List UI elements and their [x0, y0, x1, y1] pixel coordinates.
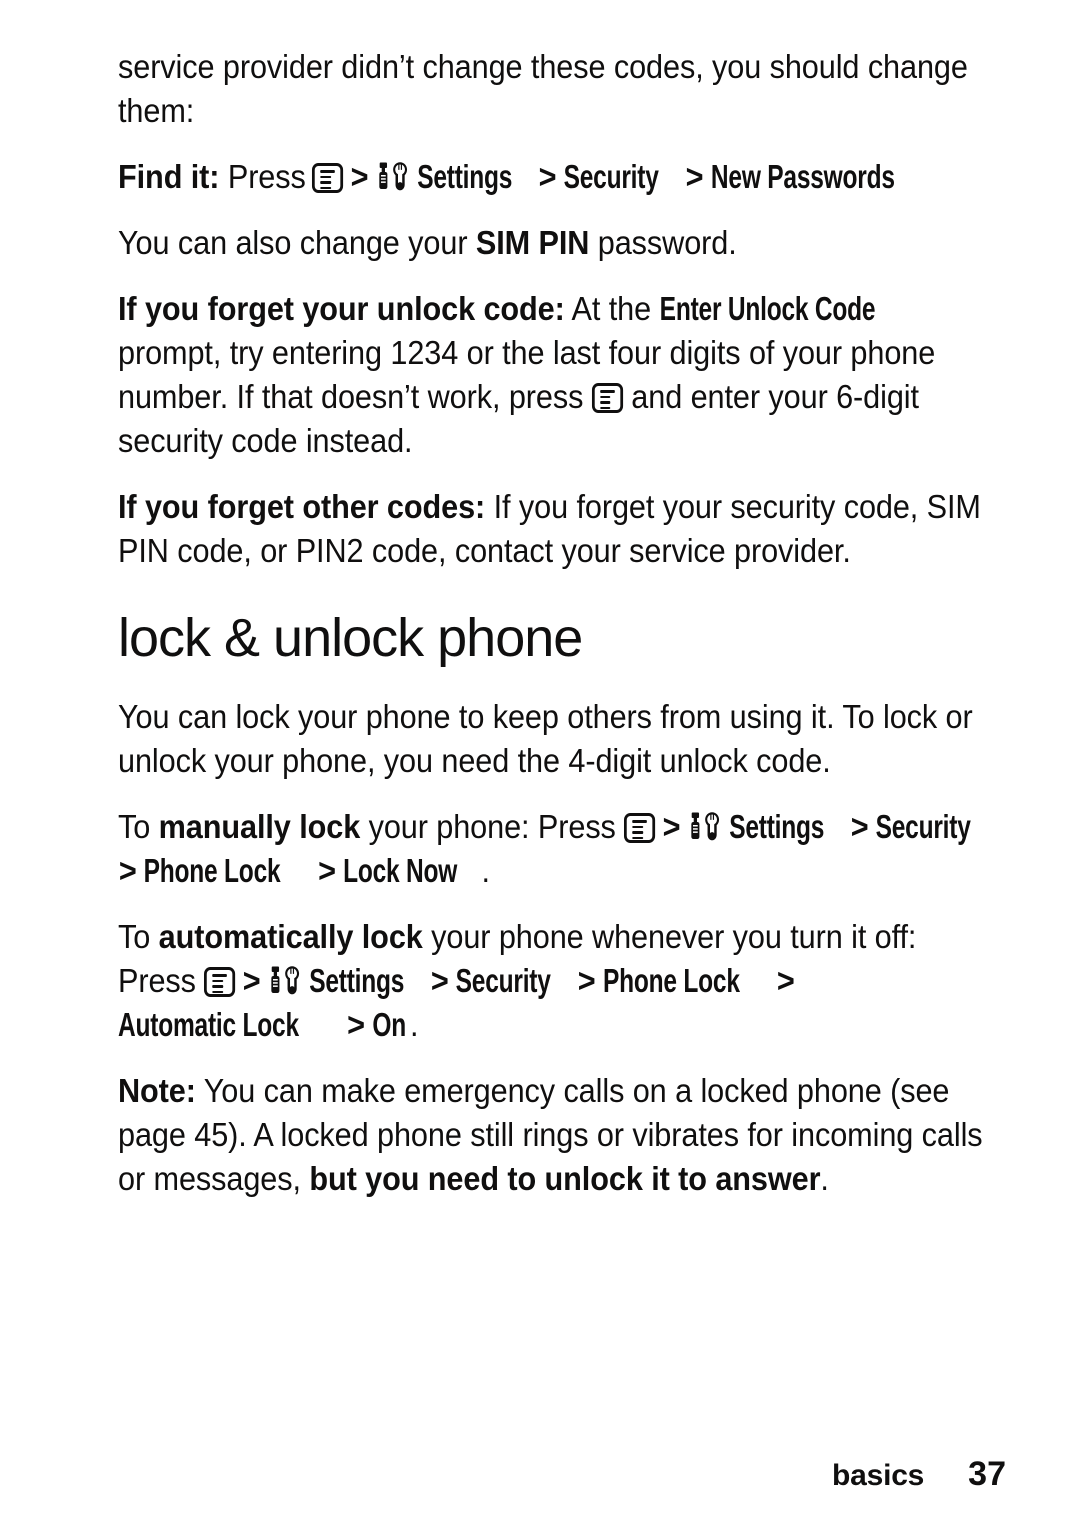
- paragraph-forget-other-codes: If you forget other codes: If you forget…: [118, 486, 996, 574]
- menu-key-icon: [312, 163, 344, 193]
- menu-item-security: Security: [563, 159, 659, 196]
- lock-intro-text: You can lock your phone to keep others f…: [118, 699, 973, 780]
- auto-lock-bold: automatically lock: [158, 919, 423, 956]
- manual-lock-pre: To: [118, 809, 159, 846]
- find-it-press-word: Press: [227, 159, 306, 196]
- auto-lock-post: your phone whenever you turn it off:: [422, 919, 917, 956]
- sim-pin-before: You can also change your: [118, 225, 476, 262]
- menu-item-on: On: [372, 1007, 406, 1044]
- path-separator: >: [685, 159, 704, 196]
- paragraph-manual-lock: To manually lock your phone: Press > Sett…: [118, 806, 996, 894]
- forget-unlock-lead: If you forget your unlock code:: [118, 291, 565, 328]
- menu-item-phone-lock: Phone Lock: [144, 853, 281, 890]
- trailing-period: .: [481, 853, 490, 890]
- path-separator: >: [350, 159, 369, 196]
- page-content: service provider didn’t change these cod…: [118, 46, 996, 1224]
- menu-item-security: Security: [875, 809, 971, 846]
- find-it-label: Find it:: [118, 159, 220, 196]
- path-separator: >: [242, 963, 261, 1000]
- settings-tools-icon: [268, 965, 303, 999]
- menu-key-icon: [204, 967, 236, 997]
- footer-section-name: basics: [831, 1459, 925, 1492]
- paragraph-sim-pin: You can also change your SIM PIN passwor…: [118, 222, 996, 266]
- paragraph-intro: service provider didn’t change these cod…: [118, 46, 996, 134]
- path-separator: >: [850, 809, 869, 846]
- note-lead: Note:: [118, 1073, 196, 1110]
- menu-item-lock-now: Lock Now: [343, 853, 458, 890]
- paragraph-lock-intro: You can lock your phone to keep others f…: [118, 696, 996, 784]
- menu-item-settings: Settings: [728, 809, 824, 846]
- forget-unlock-part1: At the: [564, 291, 660, 328]
- menu-item-automatic-lock: Automatic Lock: [118, 1007, 299, 1044]
- path-separator: >: [318, 853, 336, 890]
- footer-page-number: 37: [968, 1455, 1006, 1493]
- manual-lock-bold: manually lock: [158, 809, 361, 846]
- sim-pin-after: password.: [589, 225, 737, 262]
- menu-item-settings: Settings: [416, 159, 512, 196]
- auto-lock-press: Press: [118, 963, 205, 1000]
- path-separator: >: [538, 159, 557, 196]
- screen-label-enter-unlock-code: Enter Unlock Code: [659, 291, 876, 328]
- manual-lock-post: your phone: Press: [360, 809, 625, 846]
- forget-other-lead: If you forget other codes:: [118, 489, 486, 526]
- path-separator: >: [118, 853, 137, 890]
- menu-item-new-passwords: New Passwords: [710, 159, 895, 196]
- paragraph-note: Note: You can make emergency calls on a …: [118, 1070, 996, 1202]
- trailing-period: .: [409, 1007, 419, 1044]
- page-title: lock & unlock phone: [118, 608, 583, 668]
- paragraph-auto-lock: To automatically lock your phone wheneve…: [118, 916, 996, 1048]
- path-separator: >: [430, 963, 449, 1000]
- menu-key-icon: [591, 383, 623, 413]
- path-separator: >: [577, 963, 596, 1000]
- menu-key-icon: [624, 813, 656, 843]
- sim-pin-bold: SIM PIN: [475, 225, 590, 262]
- note-bold-tail: but you need to unlock it to answer: [309, 1161, 821, 1198]
- menu-item-security: Security: [455, 963, 551, 1000]
- paragraph-forget-unlock-code: If you forget your unlock code: At the E…: [118, 288, 996, 464]
- settings-tools-icon: [376, 161, 411, 195]
- menu-item-phone-lock: Phone Lock: [602, 963, 740, 1000]
- path-separator: >: [347, 1007, 365, 1044]
- settings-tools-icon: [688, 811, 723, 845]
- note-period: .: [820, 1161, 829, 1198]
- manual-page: service provider didn’t change these cod…: [0, 0, 1080, 1521]
- page-footer: basics 37: [0, 1455, 1080, 1494]
- paragraph-find-it: Find it: Press > Settings > Security > New Pas…: [118, 156, 996, 200]
- menu-item-settings: Settings: [309, 963, 405, 1000]
- auto-lock-pre: To: [118, 919, 159, 956]
- path-separator: >: [662, 809, 681, 846]
- path-separator: >: [776, 963, 795, 1000]
- intro-text: service provider didn’t change these cod…: [118, 49, 968, 130]
